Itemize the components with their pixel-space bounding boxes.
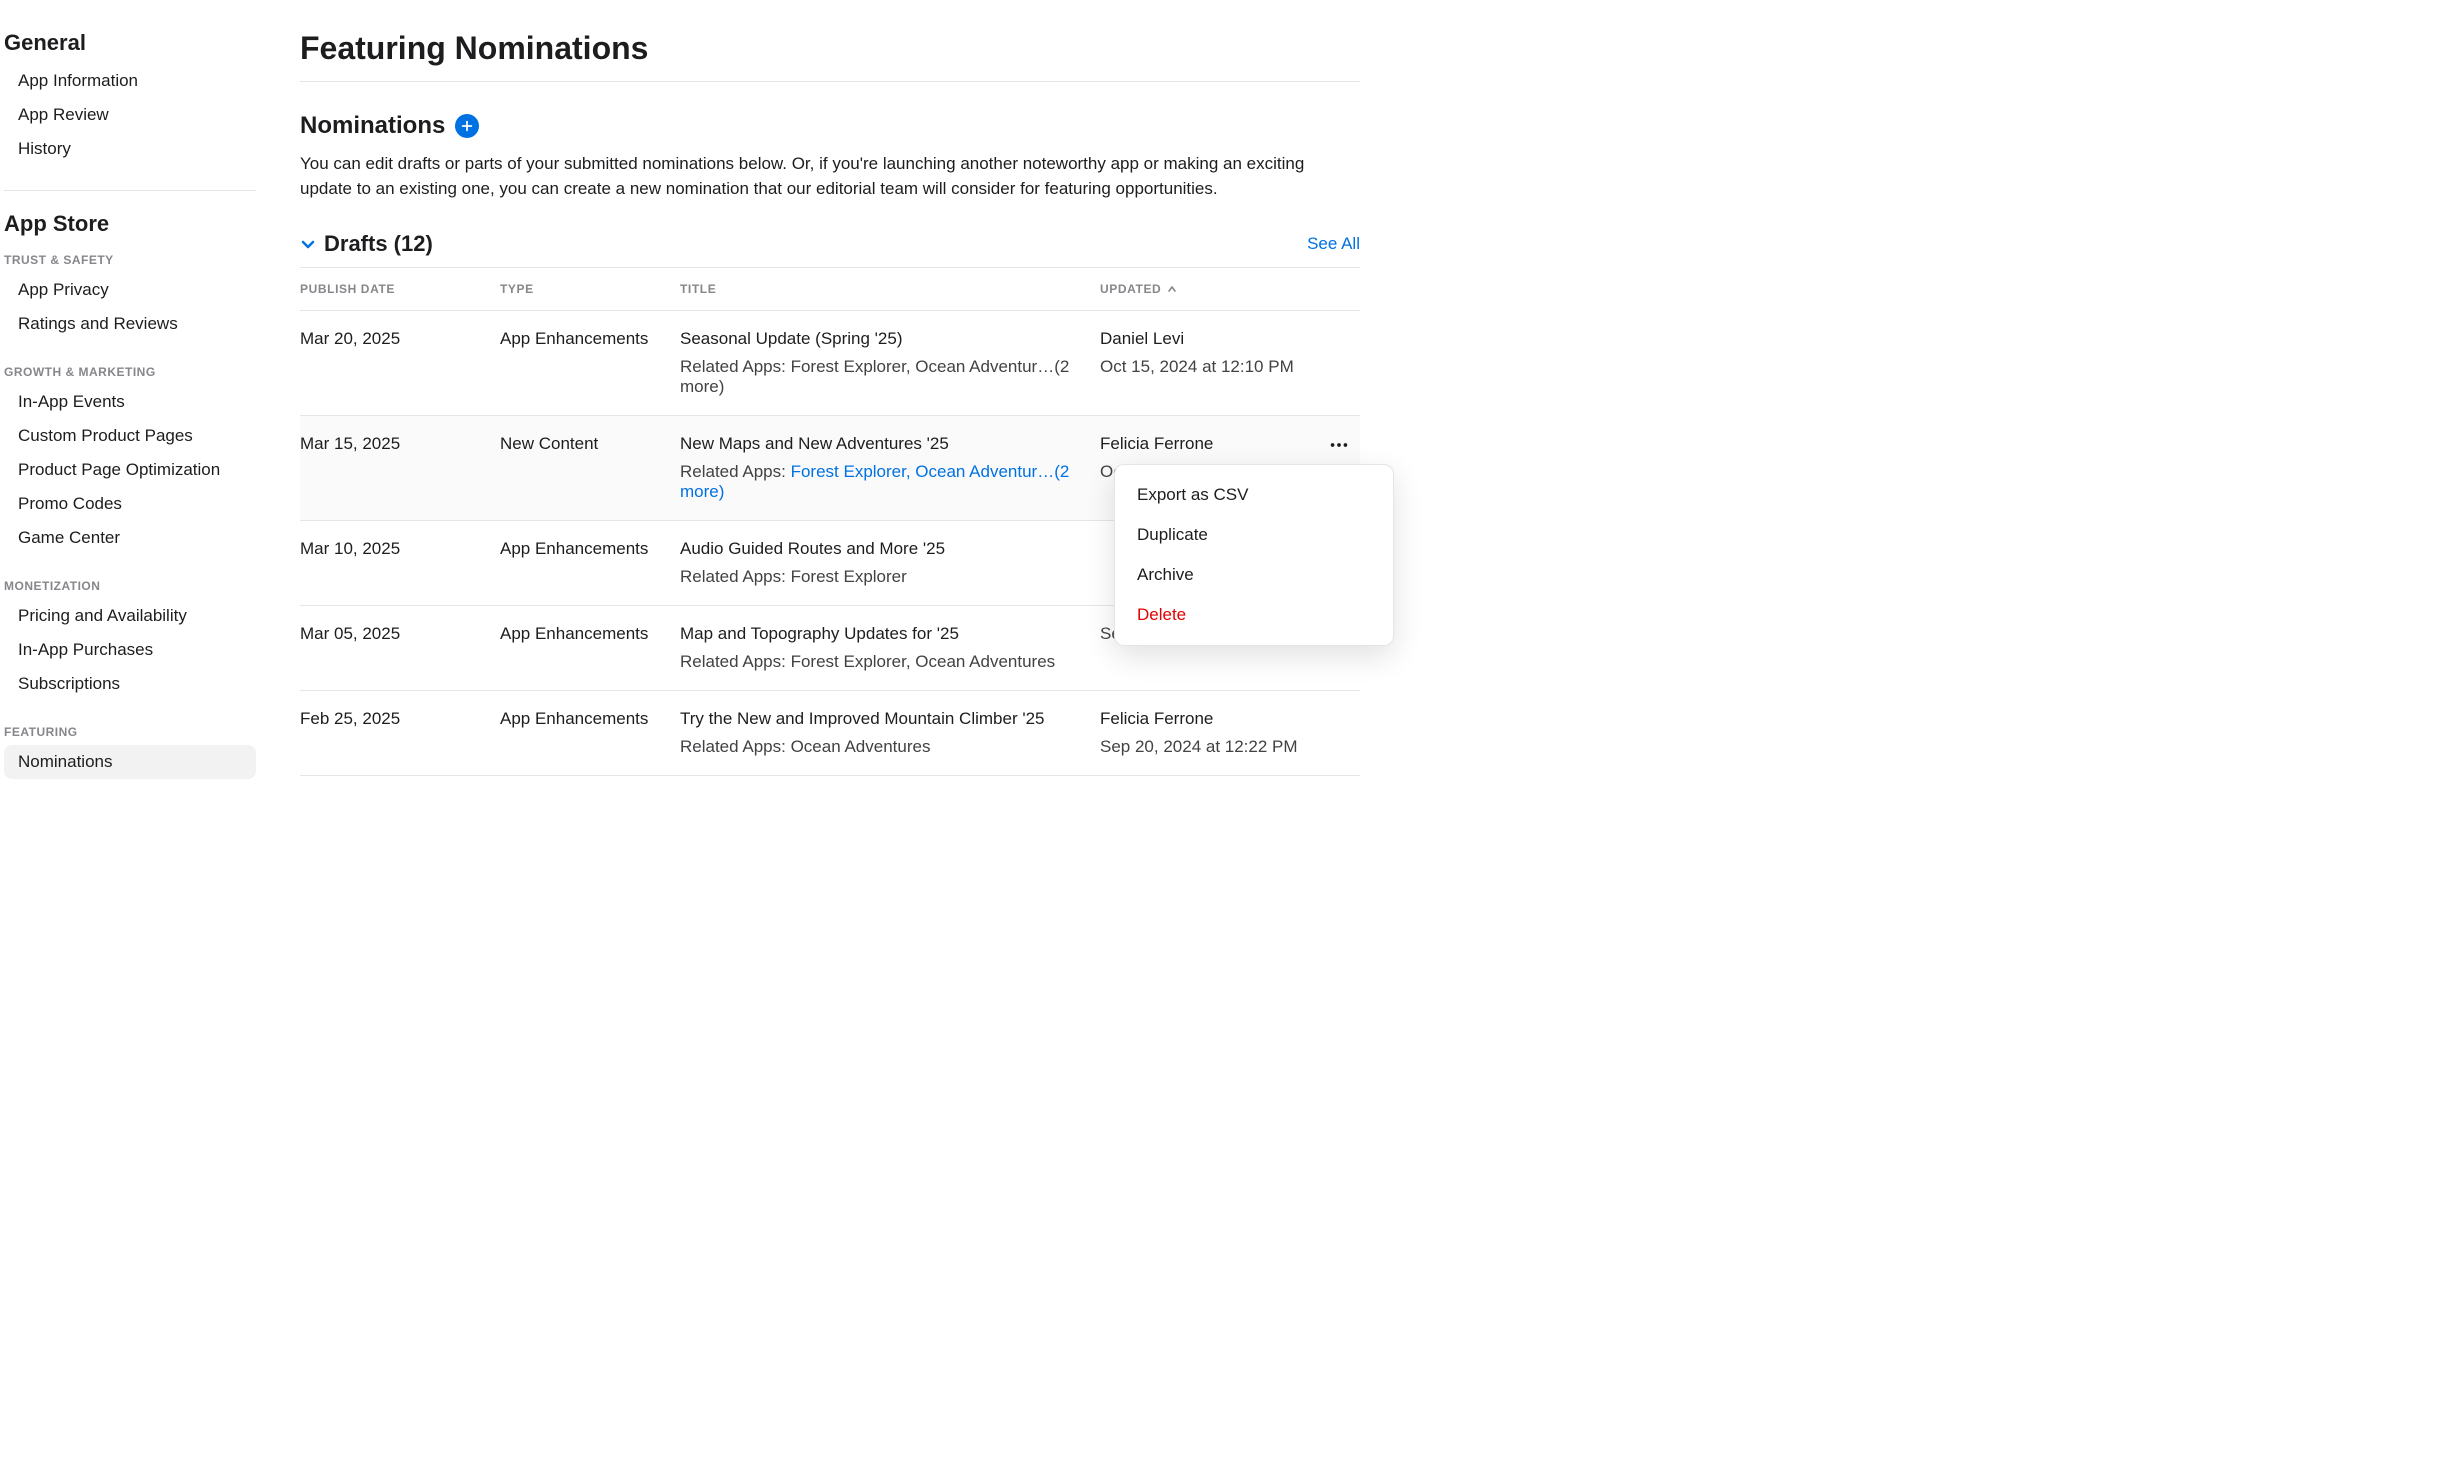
cell-type: App Enhancements — [500, 539, 680, 587]
plus-icon — [460, 119, 474, 133]
dropdown-item-duplicate[interactable]: Duplicate — [1115, 515, 1393, 555]
sidebar-subheader-growth-marketing: GROWTH & MARKETING — [0, 357, 260, 385]
cell-type: New Content — [500, 434, 680, 502]
updated-at: Sep 20, 2024 at 12:22 PM — [1100, 737, 1360, 757]
nominations-heading: Nominations — [300, 112, 445, 140]
col-type[interactable]: TYPE — [500, 282, 680, 296]
row-related-apps: Related Apps: Forest Explorer — [680, 567, 1100, 587]
sidebar-divider — [4, 190, 256, 191]
cell-title: Audio Guided Routes and More '25 Related … — [680, 539, 1100, 587]
row-title: New Maps and New Adventures '25 — [680, 434, 1100, 454]
drafts-header: Drafts (12) See All — [300, 231, 1360, 267]
sidebar-item-history[interactable]: History — [4, 132, 256, 166]
row-title: Audio Guided Routes and More '25 — [680, 539, 1100, 559]
related-apps-label: Related Apps: — [680, 652, 791, 671]
related-apps-label: Related Apps: — [680, 737, 791, 756]
related-apps-value: Ocean Adventures — [791, 737, 931, 756]
sidebar-item-promo-codes[interactable]: Promo Codes — [4, 487, 256, 521]
row-actions: Export as CSVDuplicateArchiveDelete — [1324, 430, 1354, 460]
dropdown-item-delete[interactable]: Delete — [1115, 595, 1393, 635]
sidebar-item-game-center[interactable]: Game Center — [4, 521, 256, 555]
col-publish-date[interactable]: PUBLISH DATE — [300, 282, 500, 296]
sidebar-item-custom-product-pages[interactable]: Custom Product Pages — [4, 419, 256, 453]
sidebar-subheader-featuring: FEATURING — [0, 717, 260, 745]
sidebar-item-nominations[interactable]: Nominations — [4, 745, 256, 779]
cell-type: App Enhancements — [500, 624, 680, 672]
related-apps-label: Related Apps: — [680, 462, 791, 481]
cell-publish-date: Mar 20, 2025 — [300, 329, 500, 397]
col-updated[interactable]: UPDATED — [1100, 282, 1360, 296]
drafts-heading[interactable]: Drafts (12) — [324, 231, 433, 257]
dropdown-item-export[interactable]: Export as CSV — [1115, 475, 1393, 515]
row-related-apps: Related Apps: Forest Explorer, Ocean Adv… — [680, 652, 1100, 672]
related-apps-value: Forest Explorer — [791, 567, 907, 586]
cell-updated: Daniel Levi Oct 15, 2024 at 12:10 PM — [1100, 329, 1360, 397]
cell-title: Seasonal Update (Spring '25) Related Apps… — [680, 329, 1100, 397]
sidebar-subheader-monetization: MONETIZATION — [0, 571, 260, 599]
table-row[interactable]: Mar 20, 2025App EnhancementsSeasonal Upd… — [300, 311, 1360, 416]
related-apps-label: Related Apps: — [680, 357, 791, 376]
sidebar-item-in-app-events[interactable]: In-App Events — [4, 385, 256, 419]
row-related-apps: Related Apps: Ocean Adventures — [680, 737, 1100, 757]
chevron-down-icon[interactable] — [300, 236, 316, 252]
col-updated-label: UPDATED — [1100, 282, 1161, 296]
row-title: Map and Topography Updates for '25 — [680, 624, 1100, 644]
row-title: Try the New and Improved Mountain Climbe… — [680, 709, 1100, 729]
cell-publish-date: Mar 05, 2025 — [300, 624, 500, 672]
cell-title: Map and Topography Updates for '25 Relate… — [680, 624, 1100, 672]
row-more-button[interactable] — [1324, 430, 1354, 460]
dropdown-item-archive[interactable]: Archive — [1115, 555, 1393, 595]
row-dropdown: Export as CSVDuplicateArchiveDelete — [1114, 464, 1394, 646]
cell-publish-date: Mar 15, 2025 — [300, 434, 500, 502]
page-title: Featuring Nominations — [300, 30, 1360, 82]
table-header: PUBLISH DATE TYPE TITLE UPDATED — [300, 268, 1360, 311]
cell-type: App Enhancements — [500, 329, 680, 397]
drafts-table: PUBLISH DATE TYPE TITLE UPDATED Mar 20, … — [300, 267, 1360, 776]
row-related-apps: Related Apps: Forest Explorer, Ocean Adv… — [680, 462, 1100, 502]
sidebar-item-app-information[interactable]: App Information — [4, 64, 256, 98]
more-icon — [1328, 434, 1350, 456]
updated-by: Daniel Levi — [1100, 329, 1360, 349]
cell-updated: Felicia Ferrone Sep 20, 2024 at 12:22 PM — [1100, 709, 1360, 757]
col-title[interactable]: TITLE — [680, 282, 1100, 296]
sidebar-section-appstore: App Store — [0, 211, 260, 245]
table-row[interactable]: Feb 25, 2025App EnhancementsTry the New … — [300, 691, 1360, 776]
updated-by: Felicia Ferrone — [1100, 709, 1360, 729]
nominations-description: You can edit drafts or parts of your sub… — [300, 152, 1360, 201]
cell-type: App Enhancements — [500, 709, 680, 757]
sidebar-subheader-trust-safety: TRUST & SAFETY — [0, 245, 260, 273]
add-nomination-button[interactable] — [455, 114, 479, 138]
sidebar-item-ratings-reviews[interactable]: Ratings and Reviews — [4, 307, 256, 341]
main-content: Featuring Nominations Nominations You ca… — [260, 0, 1400, 816]
row-related-apps: Related Apps: Forest Explorer, Ocean Adv… — [680, 357, 1100, 397]
sidebar-item-subscriptions[interactable]: Subscriptions — [4, 667, 256, 701]
sidebar-item-pricing-availability[interactable]: Pricing and Availability — [4, 599, 256, 633]
sidebar-item-product-page-optimization[interactable]: Product Page Optimization — [4, 453, 256, 487]
updated-by: Felicia Ferrone — [1100, 434, 1360, 454]
related-apps-label: Related Apps: — [680, 567, 791, 586]
nominations-section-header: Nominations — [300, 112, 1360, 140]
sidebar: General App Information App Review Histo… — [0, 0, 260, 816]
cell-title: Try the New and Improved Mountain Climbe… — [680, 709, 1100, 757]
row-title: Seasonal Update (Spring '25) — [680, 329, 1100, 349]
sort-asc-icon — [1167, 284, 1177, 294]
cell-title: New Maps and New Adventures '25 Related A… — [680, 434, 1100, 502]
sidebar-item-in-app-purchases[interactable]: In-App Purchases — [4, 633, 256, 667]
see-all-link[interactable]: See All — [1307, 234, 1360, 254]
sidebar-section-general: General — [0, 30, 260, 64]
updated-at: Oct 15, 2024 at 12:10 PM — [1100, 357, 1360, 377]
cell-publish-date: Mar 10, 2025 — [300, 539, 500, 587]
sidebar-item-app-privacy[interactable]: App Privacy — [4, 273, 256, 307]
sidebar-item-app-review[interactable]: App Review — [4, 98, 256, 132]
cell-publish-date: Feb 25, 2025 — [300, 709, 500, 757]
table-row[interactable]: Mar 15, 2025New ContentNew Maps and New … — [300, 416, 1360, 521]
related-apps-value: Forest Explorer, Ocean Adventures — [791, 652, 1056, 671]
